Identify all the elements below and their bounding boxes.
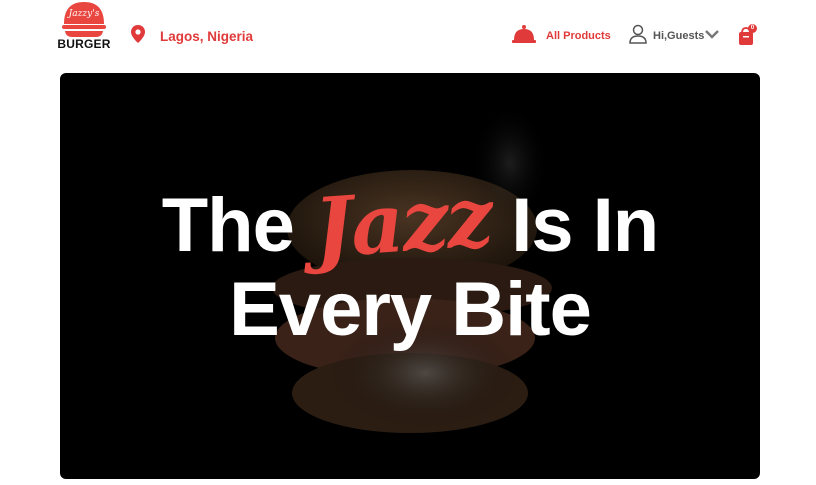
service-bell-icon [512,24,536,49]
hero-word-jazz: Jazz [310,168,495,278]
brand-logo[interactable]: Jazzy's BURGER [56,0,112,58]
chevron-down-icon [704,27,720,45]
all-products-link[interactable]: All Products [512,24,611,49]
hero-line-2: Every Bite [229,267,592,352]
location-selector[interactable]: Lagos, Nigeria [131,24,254,48]
burger-logo-icon [62,2,106,37]
brand-word: BURGER [57,37,111,51]
hero-word-is-in: Is In [511,183,659,268]
cart-count-badge: 0 [748,24,757,33]
hero-headline: The Jazz Is In Every Bite [60,169,760,352]
brand-script: Jazzy's [68,9,100,19]
hero-banner: The Jazz Is In Every Bite [60,73,760,479]
hero-line-1: The Jazz Is In [60,169,760,277]
all-products-label: All Products [546,30,611,42]
user-icon [628,24,648,49]
user-greeting: Hi,Guests [653,30,705,42]
cart-button[interactable]: 0 [737,24,759,46]
user-menu[interactable]: Hi,Guests [628,24,720,49]
location-pin-icon [131,24,145,48]
header: Jazzy's BURGER Lagos, Nigeria All Produc… [0,0,816,70]
hero-word-the: The [161,183,295,268]
location-text: Lagos, Nigeria [160,28,254,44]
